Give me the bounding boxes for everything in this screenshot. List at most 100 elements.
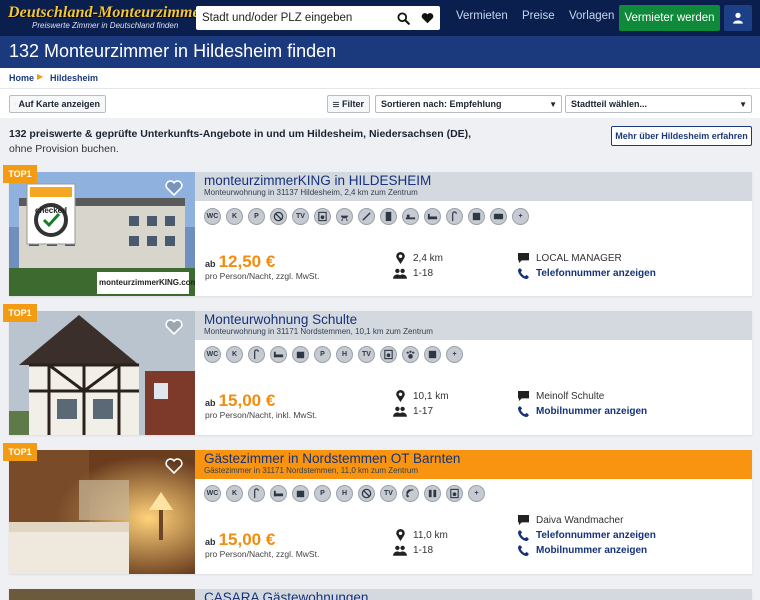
nav-vorlagen[interactable]: Vorlagen: [569, 10, 614, 22]
washer-icon: [314, 208, 331, 225]
user-icon: [733, 12, 743, 24]
filter-button[interactable]: Filter: [327, 95, 370, 113]
garden-icon: [424, 346, 441, 363]
persons-icon: [393, 405, 407, 417]
distance-info: 11,0 km: [393, 529, 448, 541]
listing-subtitle: Monteurwohnung in 31137 Hildesheim, 2,4 …: [204, 188, 418, 197]
listing-card[interactable]: CASARA Gästewohnungen: [9, 589, 752, 600]
photo-caption: monteurzimmerKING.com: [99, 278, 195, 287]
favorite-heart-icon[interactable]: [165, 180, 183, 196]
nav-vermieten[interactable]: Vermieten: [456, 10, 508, 22]
bed-icon: [270, 485, 287, 502]
listing-header[interactable]: Monteurwohnung Schulte Monteurwohnung in…: [195, 311, 752, 340]
listing-title[interactable]: Gästezimmer in Nordstemmen OT Barnten: [204, 451, 752, 466]
wc-icon: WC: [204, 208, 221, 225]
listing-subtitle: Monteurwohnung in 31171 Nordstemmen, 10,…: [204, 327, 433, 336]
listing-photo[interactable]: [9, 450, 195, 574]
listing-card[interactable]: TOP1 Gästezimmer in Nordstemmen OT Barnt…: [3, 443, 752, 574]
nav-preise[interactable]: Preise: [522, 10, 555, 22]
show-phone-link[interactable]: Telefonnummer anzeigen: [536, 530, 656, 541]
price-value: 12,50 €: [218, 252, 276, 271]
kitchen-k-icon: K: [226, 208, 243, 225]
location-pin-icon: [393, 252, 407, 264]
chat-bubble-icon: [516, 390, 530, 402]
tools-icon: [358, 208, 375, 225]
favorites-heart-icon[interactable]: [416, 6, 438, 30]
more-about-city-button[interactable]: Mehr über Hildesheim erfahren: [611, 126, 752, 146]
favorite-heart-icon[interactable]: [165, 458, 183, 474]
listing-title[interactable]: CASARA Gästewohnungen: [204, 590, 752, 600]
listing-photo[interactable]: checked monteurzimmerKING.com: [9, 172, 195, 296]
breadcrumb-separator-icon: ▶: [37, 72, 44, 81]
top-badge: TOP1: [3, 165, 37, 183]
sort-label: Sortieren nach: Empfehlung: [381, 99, 502, 109]
contact-info: Meinolf Schulte: [516, 390, 604, 402]
listing-title[interactable]: Monteurwohnung Schulte: [204, 312, 752, 327]
distance-value: 10,1 km: [413, 390, 449, 402]
shower-icon: [248, 485, 265, 502]
listing-photo[interactable]: [9, 311, 195, 435]
more-amenities-icon[interactable]: +: [512, 208, 529, 225]
breadcrumb-home[interactable]: Home: [9, 73, 34, 83]
top-badge: TOP1: [3, 304, 37, 322]
mobile-link-row: Mobilnummer anzeigen: [516, 405, 647, 417]
listing-header[interactable]: Gästezimmer in Nordstemmen OT Barnten Gä…: [195, 450, 752, 479]
persons-icon: [393, 267, 407, 279]
persons-icon: [393, 544, 407, 556]
show-mobile-link[interactable]: Mobilnummer anzeigen: [536, 545, 647, 556]
sort-select[interactable]: Sortieren nach: Empfehlung ▼: [375, 95, 562, 113]
bed-icon: [270, 346, 287, 363]
persons-info: 1-18: [393, 267, 433, 279]
shower-icon: [446, 208, 463, 225]
distance-value: 11,0 km: [413, 529, 448, 541]
top-navigation-bar: Deutschland-Monteurzimmer.de Preiswerte …: [0, 0, 760, 36]
user-account-button[interactable]: [724, 5, 752, 31]
distance-info: 10,1 km: [393, 390, 449, 402]
become-landlord-button[interactable]: Vermieter werden: [619, 5, 720, 31]
show-phone-link[interactable]: Telefonnummer anzeigen: [536, 268, 656, 279]
heating-icon: H: [336, 346, 353, 363]
page-title: 132 Monteurzimmer in Hildesheim finden: [9, 41, 337, 61]
bbq-icon: [336, 208, 353, 225]
district-select[interactable]: Stadtteil wählen... ▼: [565, 95, 752, 113]
breadcrumb-hildesheim[interactable]: Hildesheim: [50, 73, 98, 83]
persons-info: 1-17: [393, 405, 433, 417]
listing-card[interactable]: TOP1 Monteurwohnung Schulte Monteurwohnu…: [3, 304, 752, 435]
price-prefix: ab: [205, 537, 216, 547]
bed-icon: [424, 208, 441, 225]
distance-value: 2,4 km: [413, 252, 444, 264]
price-block: ab 15,00 € pro Person/Nacht, zzgl. MwSt.: [205, 530, 319, 559]
show-mobile-link[interactable]: Mobilnummer anzeigen: [536, 406, 647, 417]
search-input[interactable]: [202, 9, 392, 27]
more-amenities-icon[interactable]: +: [446, 346, 463, 363]
contact-name: Daiva Wandmacher: [536, 514, 624, 526]
more-amenities-icon[interactable]: +: [468, 485, 485, 502]
search-icon[interactable]: [392, 6, 414, 30]
persons-value: 1-18: [413, 267, 434, 279]
price-unit: pro Person/Nacht, inkl. MwSt.: [205, 410, 317, 420]
phone-link-row: Telefonnummer anzeigen: [516, 267, 656, 279]
filter-bar: Auf Karte anzeigen Filter Sortieren nach…: [0, 88, 760, 118]
price-block: ab 12,50 € pro Person/Nacht, zzgl. MwSt.: [205, 252, 319, 281]
shower-icon: [248, 346, 265, 363]
persons-value: 1-18: [413, 544, 434, 556]
pets-paw-icon: [402, 346, 419, 363]
show-on-map-button[interactable]: Auf Karte anzeigen: [9, 95, 106, 113]
contact-info: Daiva Wandmacher: [516, 514, 623, 526]
persons-info: 1-18: [393, 544, 433, 556]
favorite-heart-icon[interactable]: [165, 319, 183, 335]
listing-header[interactable]: CASARA Gästewohnungen: [195, 589, 752, 600]
contact-name: LOCAL MANAGER: [536, 252, 622, 264]
amenity-icons: WC K P H TV +: [204, 485, 485, 502]
show-on-map-label: Auf Karte anzeigen: [18, 99, 100, 109]
listing-header[interactable]: monteurzimmerKING in HILDESHEIM Monteurw…: [195, 172, 752, 201]
listing-title[interactable]: monteurzimmerKING in HILDESHEIM: [204, 173, 752, 188]
listing-photo[interactable]: [9, 589, 195, 600]
listing-card[interactable]: checked monteurzimmerKING.com TOP1 monte…: [3, 165, 752, 296]
site-logo[interactable]: Deutschland-Monteurzimmer.de Preiswerte …: [8, 4, 225, 32]
contact-info: LOCAL MANAGER: [516, 252, 622, 264]
people-icon: [424, 485, 441, 502]
kitchen-stove-icon: [292, 485, 309, 502]
price-value: 15,00 €: [218, 530, 276, 549]
listing-subtitle: Gästezimmer in 31171 Nordstemmen, 11,0 k…: [204, 466, 418, 475]
